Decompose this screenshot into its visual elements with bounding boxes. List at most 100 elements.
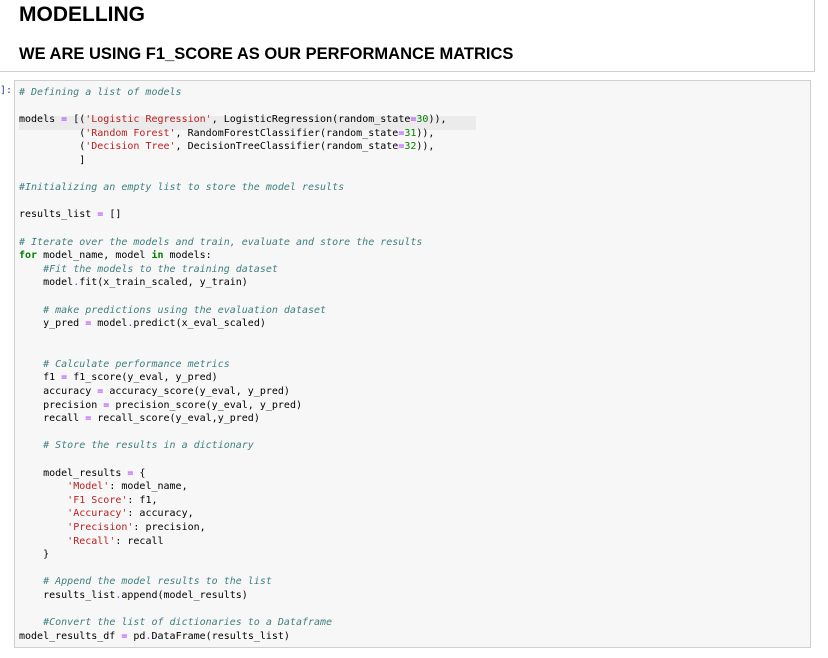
code-line[interactable]: }	[19, 548, 447, 562]
code-token: #Initializing an empty list to store the…	[19, 182, 345, 194]
code-line[interactable]: ]	[19, 154, 447, 168]
code-token: 30	[416, 114, 429, 126]
code-line[interactable]: results_list = []	[19, 208, 447, 222]
code-cell-editor[interactable]: # Defining a list of models​models = [('…	[14, 80, 811, 648]
code-line[interactable]: results_list.append(model_results)	[19, 589, 447, 603]
code-token: 'Model'	[67, 481, 110, 493]
code-line[interactable]: ​	[19, 331, 447, 345]
code-token: 'Logistic Regression'	[85, 114, 212, 126]
code-token: append(model_results)	[121, 589, 248, 601]
code-block[interactable]: # Defining a list of models​models = [('…	[19, 86, 447, 643]
code-line[interactable]: for model_name, model in models:	[19, 249, 447, 263]
code-token: #Convert the list of dictionaries to a D…	[43, 617, 333, 629]
code-token: (	[19, 141, 86, 153]
code-line[interactable]: 'Model': model_name,	[19, 480, 447, 494]
code-token: 32	[404, 141, 417, 153]
code-token: [(	[67, 114, 86, 126]
code-token: model_results_df	[19, 630, 122, 642]
code-token: # Iterate over the models and train, eva…	[19, 236, 423, 248]
code-token: results_list	[19, 209, 98, 221]
code-line[interactable]: recall = recall_score(y_eval,y_pred)	[19, 412, 447, 426]
code-line[interactable]: # Calculate performance metrics	[19, 358, 447, 372]
code-token: accuracy_score(y_eval, y_pred)	[103, 386, 290, 398]
code-line[interactable]: ​	[19, 344, 447, 358]
code-line[interactable]: #Convert the list of dictionaries to a D…	[19, 616, 447, 630]
code-token: : recall	[115, 535, 164, 547]
code-line[interactable]: #Initializing an empty list to store the…	[19, 181, 447, 195]
code-line[interactable]: ​	[19, 195, 447, 209]
code-token: pd	[127, 630, 146, 642]
code-line[interactable]: ​	[19, 562, 447, 576]
code-token: fit(x_train_scaled, y_train)	[79, 277, 248, 289]
code-token: }	[19, 549, 50, 561]
code-line[interactable]: 'Precision': precision,	[19, 521, 447, 535]
code-token: )),	[416, 127, 435, 139]
code-line[interactable]: 'Recall': recall	[19, 535, 447, 549]
code-line[interactable]: ​	[19, 100, 447, 114]
code-token: : precision,	[133, 522, 206, 533]
code-token: for	[19, 250, 38, 262]
code-line[interactable]: f1 = f1_score(y_eval, y_pred)	[19, 371, 447, 385]
code-line[interactable]: model.fit(x_train_scaled, y_train)	[19, 276, 447, 290]
code-line[interactable]: model_results = {	[19, 467, 447, 481]
code-line[interactable]: 'F1 Score': f1,	[19, 494, 447, 508]
code-line[interactable]: ​	[19, 426, 447, 440]
code-line[interactable]: # Append the model results to the list	[19, 575, 447, 589]
code-token: model_results	[19, 467, 128, 479]
code-token: , LogisticRegression(random_state	[211, 114, 411, 126]
code-line[interactable]: ('Decision Tree', DecisionTreeClassifier…	[19, 140, 447, 154]
code-token: model	[19, 277, 74, 289]
code-line[interactable]: 'Accuracy': accuracy,	[19, 507, 447, 521]
code-line[interactable]: ​	[19, 603, 447, 617]
code-token: : f1,	[127, 494, 158, 506]
code-token: , RandomForestClassifier(random_state	[175, 127, 399, 139]
code-line[interactable]: # Iterate over the models and train, eva…	[19, 236, 447, 250]
code-line[interactable]: ​	[19, 222, 447, 236]
code-token: # Defining a list of models	[19, 87, 182, 98]
markdown-subtitle: WE ARE USING F1_SCORE AS OUR PERFORMANCE…	[19, 45, 514, 63]
code-token: recall_score(y_eval,y_pred)	[91, 413, 260, 425]
code-line[interactable]: #Fit the models to the training dataset	[19, 263, 447, 277]
code-token: DataFrame(results_list)	[151, 630, 290, 642]
code-token: {	[133, 467, 146, 479]
code-line[interactable]: ​	[19, 168, 447, 182]
code-line[interactable]: ('Random Forest', RandomForestClassifier…	[19, 127, 447, 141]
code-token: # Append the model results to the list	[43, 576, 272, 588]
code-line[interactable]: accuracy = accuracy_score(y_eval, y_pred…	[19, 385, 447, 399]
code-line[interactable]: models = [('Logistic Regression', Logist…	[19, 113, 447, 127]
code-cell-prompt: ]:	[0, 85, 13, 96]
code-token: (	[19, 127, 86, 139]
code-token: 'Accuracy'	[67, 508, 128, 520]
code-line[interactable]: # Defining a list of models	[19, 86, 447, 100]
code-line[interactable]: precision = precision_score(y_eval, y_pr…	[19, 399, 447, 413]
code-token: f1	[19, 372, 62, 384]
code-token: # Store the results in a dictionary	[43, 440, 254, 452]
code-line[interactable]: y_pred = model.predict(x_eval_scaled)	[19, 317, 447, 331]
code-token: precision_score(y_eval, y_pred)	[109, 399, 302, 411]
code-token: 'Precision'	[67, 522, 134, 533]
code-line[interactable]: ​	[19, 290, 447, 304]
code-token: 'Recall'	[67, 535, 116, 547]
code-token: : model_name,	[109, 481, 188, 493]
code-line[interactable]: ​	[19, 453, 447, 467]
code-token: recall	[19, 413, 86, 425]
code-token: model	[91, 318, 128, 330]
markdown-title: MODELLING	[19, 3, 145, 26]
code-token: results_list	[19, 589, 116, 601]
code-line[interactable]: model_results_df = pd.DataFrame(results_…	[19, 630, 447, 644]
code-token: models	[19, 114, 62, 126]
code-token: : accuracy,	[127, 508, 194, 520]
code-token: 'Decision Tree'	[85, 141, 176, 153]
code-token: model_name, model	[37, 250, 152, 262]
code-line[interactable]: # make predictions using the evaluation …	[19, 304, 447, 318]
code-line[interactable]: # Store the results in a dictionary	[19, 439, 447, 453]
code-token: precision	[19, 399, 104, 411]
markdown-cell[interactable]: MODELLING WE ARE USING F1_SCORE AS OUR P…	[0, 0, 815, 72]
code-token: 'Random Forest'	[85, 127, 176, 139]
